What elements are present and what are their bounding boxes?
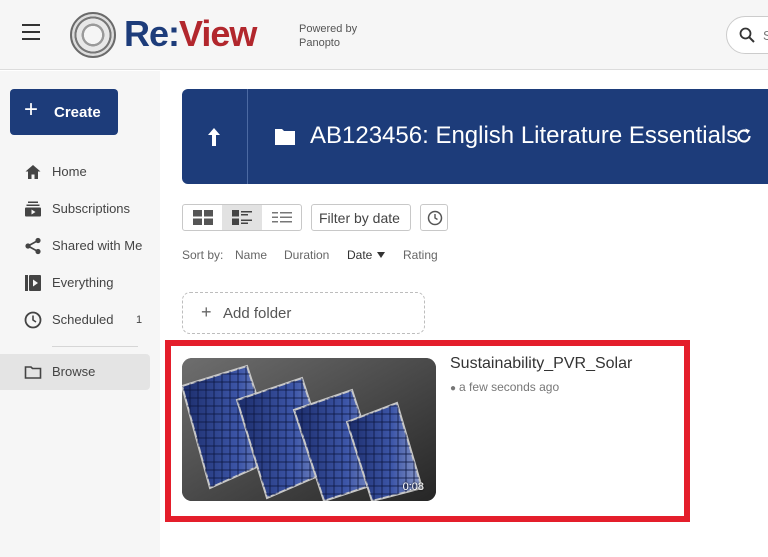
sort-by-rating[interactable]: Rating [403, 248, 438, 262]
sort-by-name[interactable]: Name [235, 248, 267, 262]
folder-header: AB123456: English Literature Essentials [182, 89, 768, 184]
review-logo[interactable]: Re:View [124, 14, 257, 54]
sidebar-divider [52, 346, 138, 347]
search-placeholder: S [763, 28, 768, 43]
grid-view-icon [193, 210, 213, 225]
folder-title: AB123456: English Literature Essentials [310, 122, 739, 149]
folder-icon [275, 129, 295, 145]
list-view-icon [271, 212, 292, 223]
top-bar: Re:View Powered by Panopto S [0, 0, 768, 70]
history-button[interactable] [420, 204, 448, 231]
sidebar-item-everything[interactable]: Everything [0, 265, 160, 301]
plus-icon: + [201, 302, 212, 322]
menu-icon[interactable] [22, 24, 44, 44]
powered-by-text: Powered by Panopto [299, 23, 358, 49]
filter-by-date-button[interactable]: Filter by date [311, 204, 411, 231]
university-seal-logo [70, 12, 116, 58]
subscriptions-icon [25, 201, 41, 217]
search-input[interactable]: S [726, 16, 768, 54]
sort-label: Sort by: [182, 248, 224, 262]
sidebar-item-scheduled[interactable]: Scheduled 1 [0, 302, 160, 338]
folder-icon [24, 366, 42, 379]
view-mode-toggle [182, 204, 302, 231]
arrow-up-icon [208, 128, 220, 146]
sort-direction-caret-icon [377, 252, 386, 258]
sidebar-item-home[interactable]: Home [0, 154, 160, 190]
share-icon [25, 237, 41, 255]
refresh-icon[interactable] [735, 127, 753, 145]
list-view-button[interactable] [262, 205, 301, 230]
plus-icon: + [24, 96, 39, 123]
home-icon [25, 165, 41, 179]
sidebar-item-browse[interactable]: Browse [0, 354, 150, 390]
clock-icon [24, 311, 42, 329]
detail-view-button[interactable] [222, 205, 262, 230]
sort-by-date[interactable]: Date [347, 248, 386, 262]
sidebar: + Create Home Subscriptions Shared with … [0, 71, 160, 557]
sort-by-duration[interactable]: Duration [284, 248, 329, 262]
sidebar-item-shared-with-me[interactable]: Shared with Me [0, 228, 160, 264]
clock-icon [427, 210, 443, 226]
grid-view-button[interactable] [183, 205, 222, 230]
sidebar-item-subscriptions[interactable]: Subscriptions [0, 191, 160, 227]
scheduled-count-badge: 1 [136, 314, 143, 326]
search-icon [739, 27, 755, 43]
highlight-box [165, 340, 690, 522]
create-button[interactable]: + Create [10, 89, 118, 135]
detail-view-icon [232, 210, 253, 225]
add-folder-button[interactable]: + Add folder [182, 292, 425, 334]
everything-icon [25, 275, 41, 291]
parent-folder-button[interactable] [182, 89, 248, 184]
